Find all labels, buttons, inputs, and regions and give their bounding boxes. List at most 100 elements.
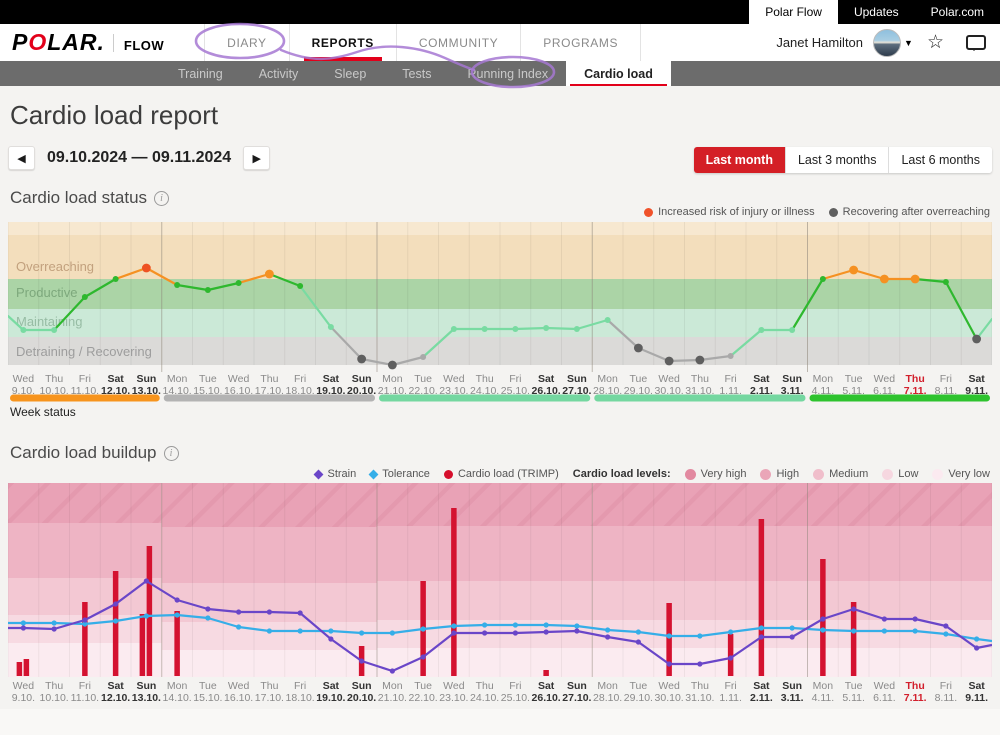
axis-day-811: Fri8.11. — [931, 680, 962, 704]
nav-item-community[interactable]: COMMUNITY — [397, 24, 521, 61]
subnav-item-running-index[interactable]: Running Index — [449, 61, 566, 86]
date-navigation: ◀ 09.10.2024 — 09.11.2024 ▶ — [8, 146, 270, 170]
nav-user-area: Janet Hamilton ▼ ☆ — [776, 29, 986, 57]
axis-day-2510: Fri25.10. — [500, 680, 531, 704]
cardio-load-status-chart: Overreaching Productive Maintaining Detrain… — [8, 222, 992, 372]
axis-day-1810: Fri18.10. — [285, 680, 316, 704]
polar-flow-app: { "topbar": { "tabs": [ { "label": "Pola… — [0, 0, 1000, 735]
next-period-button[interactable]: ▶ — [243, 146, 270, 170]
cardio-load-buildup-chart — [8, 483, 992, 677]
buildup-legend: Strain Tolerance Cardio load (TRIMP) Car… — [315, 468, 990, 480]
axis-day-1610: Wed16.10. — [223, 680, 254, 704]
buildup-chart-axis: Wed9.10.Thu10.10.Fri11.10.Sat12.10.Sun13… — [8, 680, 992, 704]
subnav-item-training[interactable]: Training — [160, 61, 241, 86]
axis-day-1510: Tue15.10. — [193, 680, 224, 704]
period-button-group: Last month Last 3 months Last 6 months — [694, 147, 992, 173]
prev-period-button[interactable]: ◀ — [8, 146, 35, 170]
logo-divider — [113, 34, 114, 52]
svg-text:Detraining / Recovering: Detraining / Recovering — [16, 344, 152, 359]
cardio-load-levels-label: Cardio load levels: — [573, 468, 671, 480]
legend-tolerance: Tolerance — [370, 468, 430, 480]
medium-dot-icon — [813, 469, 824, 480]
nav-item-diary[interactable]: DIARY — [204, 24, 289, 61]
axis-day-311: Sun3.11. — [777, 680, 808, 704]
axis-day-411: Mon4.11. — [808, 680, 839, 704]
axis-day-211: Sat2.11. — [746, 680, 777, 704]
buildup-section-heading: Cardio load buildup i — [10, 443, 179, 463]
polar-logo-text: POLAR. — [12, 29, 105, 56]
topbar-tab-polar-com[interactable]: Polar.com — [915, 0, 1000, 24]
trimp-dot-icon — [444, 470, 453, 479]
subnav-item-sleep[interactable]: Sleep — [316, 61, 384, 86]
last-3-months-button[interactable]: Last 3 months — [785, 147, 889, 173]
legend-trimp: Cardio load (TRIMP) — [444, 468, 559, 480]
reports-subnav: Training Activity Sleep Tests Running In… — [0, 61, 1000, 86]
legend-level-high: High — [760, 468, 799, 480]
favorites-star-icon[interactable]: ☆ — [927, 31, 944, 54]
axis-day-2310: Wed23.10. — [439, 680, 470, 704]
axis-day-611: Wed6.11. — [869, 680, 900, 704]
axis-day-2410: Thu24.10. — [469, 680, 500, 704]
axis-day-2710: Sun27.10. — [562, 680, 593, 704]
axis-day-2110: Mon21.10. — [377, 680, 408, 704]
tolerance-marker-icon — [369, 469, 379, 479]
axis-day-511: Tue5.11. — [838, 680, 869, 704]
polar-logo[interactable]: POLAR. FLOW — [12, 29, 164, 56]
axis-day-2810: Mon28.10. — [592, 680, 623, 704]
axis-day-1210: Sat12.10. — [100, 680, 131, 704]
svg-text:Productive: Productive — [16, 285, 77, 300]
legend-recovering: Recovering after overreaching — [829, 206, 990, 218]
status-legend: Increased risk of injury or illness Reco… — [644, 206, 990, 218]
subnav-item-cardio-load[interactable]: Cardio load — [566, 61, 671, 86]
buildup-info-icon[interactable]: i — [164, 446, 179, 461]
svg-text:Overreaching: Overreaching — [16, 259, 94, 274]
flow-label: FLOW — [124, 38, 164, 53]
chevron-down-icon[interactable]: ▼ — [904, 38, 913, 48]
axis-day-3010: Wed30.10. — [654, 680, 685, 704]
legend-level-medium: Medium — [813, 468, 868, 480]
topbar-tab-polar-flow[interactable]: Polar Flow — [749, 0, 838, 24]
nav-item-programs[interactable]: PROGRAMS — [521, 24, 641, 61]
status-section-heading: Cardio load status i — [10, 188, 169, 208]
subnav-item-tests[interactable]: Tests — [384, 61, 449, 86]
strain-marker-icon — [314, 469, 324, 479]
last-month-button[interactable]: Last month — [694, 147, 785, 173]
nav-menu: DIARY REPORTS COMMUNITY PROGRAMS — [204, 24, 641, 61]
legend-level-very-high: Very high — [685, 468, 747, 480]
axis-day-1010: Thu10.10. — [39, 680, 70, 704]
main-nav: POLAR. FLOW DIARY REPORTS COMMUNITY PROG… — [0, 24, 1000, 61]
status-info-icon[interactable]: i — [154, 191, 169, 206]
axis-day-2910: Tue29.10. — [623, 680, 654, 704]
axis-day-911: Sat9.11. — [961, 680, 992, 704]
footer-strip — [0, 709, 1000, 735]
week-status-label: Week status — [10, 405, 76, 419]
feedback-chat-icon[interactable] — [966, 35, 986, 50]
user-avatar[interactable] — [873, 29, 901, 57]
recover-dot-icon — [829, 208, 838, 217]
axis-day-2210: Tue22.10. — [408, 680, 439, 704]
axis-day-1910: Sat19.10. — [316, 680, 347, 704]
low-dot-icon — [882, 469, 893, 480]
page-title: Cardio load report — [10, 100, 218, 131]
very-high-dot-icon — [685, 469, 696, 480]
nav-item-reports[interactable]: REPORTS — [290, 24, 397, 61]
axis-day-2010: Sun20.10. — [346, 680, 377, 704]
last-6-months-button[interactable]: Last 6 months — [888, 147, 992, 173]
top-bar: Polar Flow Updates Polar.com — [0, 0, 1000, 24]
risk-dot-icon — [644, 208, 653, 217]
axis-day-3110: Thu31.10. — [685, 680, 716, 704]
user-name[interactable]: Janet Hamilton — [776, 35, 863, 50]
legend-level-low: Low — [882, 468, 918, 480]
topbar-tab-updates[interactable]: Updates — [838, 0, 915, 24]
date-range: 09.10.2024 — 09.11.2024 — [47, 149, 231, 167]
axis-day-1310: Sun13.10. — [131, 680, 162, 704]
high-dot-icon — [760, 469, 771, 480]
svg-text:Maintaining: Maintaining — [16, 314, 83, 329]
subnav-item-activity[interactable]: Activity — [241, 61, 317, 86]
legend-level-very-low: Very low — [932, 468, 990, 480]
legend-strain: Strain — [315, 468, 356, 480]
axis-day-1410: Mon14.10. — [162, 680, 193, 704]
axis-day-1710: Thu17.10. — [254, 680, 285, 704]
very-low-dot-icon — [932, 469, 943, 480]
week-status-bar — [8, 394, 992, 402]
